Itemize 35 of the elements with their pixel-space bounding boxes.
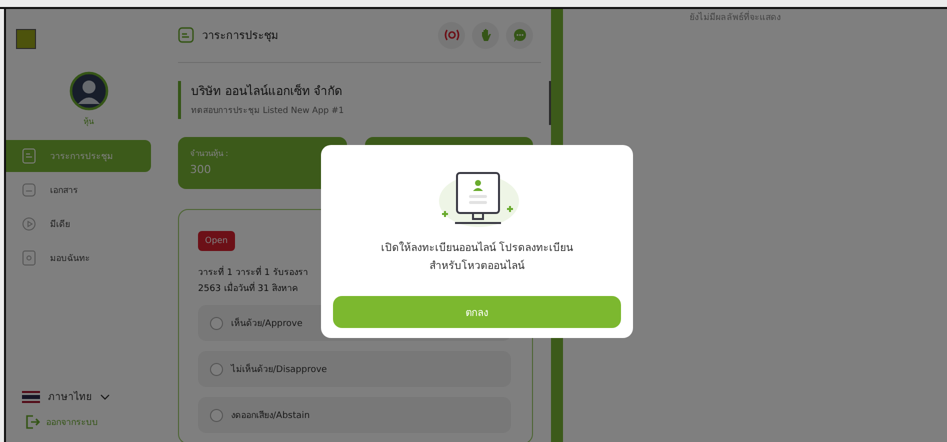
- chevron-down-icon[interactable]: [100, 394, 110, 400]
- folder-icon: [22, 182, 36, 198]
- document-icon: [22, 148, 36, 164]
- sidebar-item[interactable]: มอบฉันทะ: [6, 242, 151, 274]
- language-selector[interactable]: ภาษาไทย: [48, 389, 92, 404]
- ok-button[interactable]: ตกลง: [333, 296, 621, 328]
- chat-button[interactable]: [506, 22, 533, 48]
- logout-link[interactable]: ออกจากระบบ: [46, 415, 98, 429]
- radio-button[interactable]: [210, 316, 223, 330]
- agenda-text: 2563 เมื่อวันที่ 31 สิงหาค: [198, 281, 513, 297]
- radio-button[interactable]: [210, 362, 223, 376]
- logout-icon[interactable]: [24, 414, 40, 430]
- hand-icon: [480, 28, 492, 42]
- live-broadcast-icon: [444, 28, 460, 42]
- logo-icon: [16, 29, 36, 49]
- company-name: บริษัท ออนไลน์แอกเซ็ท จำกัด: [191, 82, 344, 100]
- document-icon: [178, 27, 194, 43]
- live-button[interactable]: [438, 22, 465, 48]
- user-label: หุ้น: [84, 116, 94, 128]
- vote-option[interactable]: งดออกเสียง/Abstain: [198, 397, 511, 433]
- empty-results-text: ยังไม่มีผลลัพธ์ที่จะแสดง: [690, 10, 780, 24]
- avatar-icon: [68, 71, 108, 111]
- sidebar-item[interactable]: มีเดีย: [6, 208, 151, 240]
- chat-bubble-icon: [512, 27, 528, 43]
- scrollbar[interactable]: [549, 81, 551, 125]
- sidebar-item[interactable]: เอกสาร: [6, 174, 151, 206]
- status-badge: Open: [198, 231, 235, 251]
- radio-button[interactable]: [210, 408, 223, 422]
- meeting-name: ทดสอบการประชุม Listed New App #1: [191, 105, 345, 117]
- flag-icon: [22, 390, 40, 402]
- person-document-icon: [22, 250, 36, 266]
- vote-option[interactable]: ไม่เห็นด้วย/Disapprove: [198, 351, 511, 387]
- page-title: วาระการประชุม: [202, 28, 278, 44]
- play-icon: [22, 216, 36, 232]
- raise-hand-button[interactable]: [472, 22, 499, 48]
